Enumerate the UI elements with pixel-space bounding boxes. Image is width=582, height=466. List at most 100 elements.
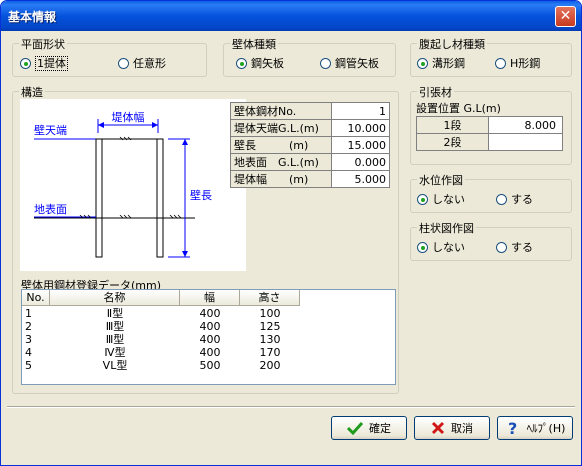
cell-name: Ⅱ型 <box>106 307 124 320</box>
water-diagram-radio-yes[interactable]: する <box>496 191 533 207</box>
cell-width: 400 <box>199 320 221 333</box>
cell-width: 500 <box>199 359 221 372</box>
column-header-width[interactable]: 幅 <box>180 290 240 305</box>
radio-label: しない <box>432 241 465 254</box>
cell-no: 4 <box>25 346 32 359</box>
wall-type-group: 壁体種類 鋼矢板 鋼管矢板 <box>223 36 396 77</box>
cell-width: 400 <box>199 346 221 359</box>
column-diagram-group: 柱状図作図 しない する <box>410 220 572 261</box>
embank-width-text: 堤体幅 <box>112 110 145 124</box>
radio-label: する <box>511 193 533 206</box>
param-row: 堤体天端G.L.(m) 10.000 <box>230 119 390 137</box>
ground-text: 地表面 <box>34 202 67 216</box>
column-header-name[interactable]: 名称 <box>50 290 180 305</box>
arrow-up-icon <box>182 139 188 145</box>
radio-selected-icon <box>417 242 428 253</box>
structure-label: 構造 <box>19 84 45 100</box>
wale-type-radio-channel[interactable]: 溝形鋼 <box>417 55 465 71</box>
param-row: 壁体鋼材No. 1 <box>230 102 390 120</box>
radio-empty-icon <box>320 58 331 69</box>
cell-no: 3 <box>25 333 32 346</box>
water-diagram-group: 水位作図 しない する <box>410 172 572 213</box>
tie-position-label: 設置位置 G.L(m) <box>416 102 501 115</box>
radio-empty-icon <box>496 194 507 205</box>
radio-selected-icon <box>236 58 247 69</box>
dialog-body: 平面形状 1提体 任意形 壁体種類 鋼矢板 鋼管矢板 腹起し材種類 溝形鋼 H形… <box>4 31 578 463</box>
dialog-window: 基本情報 ✕ 平面形状 1提体 任意形 壁体種類 鋼矢板 鋼管矢板 腹起し材種類… <box>0 0 582 466</box>
wall-top-text: 壁天端 <box>34 123 67 137</box>
column-header-no[interactable]: No. <box>22 290 50 305</box>
column-header-height[interactable]: 高さ <box>240 290 300 305</box>
radio-empty-icon <box>495 58 506 69</box>
cell-name: Ⅳ型 <box>104 346 126 359</box>
wale-type-group: 腹起し材種類 溝形鋼 H形鋼 <box>410 36 572 77</box>
close-icon: ✕ <box>559 8 572 24</box>
table-row[interactable]: 3 Ⅲ型 400 130 <box>22 333 300 346</box>
help-button[interactable]: ? ﾍﾙﾌﾟ(H) <box>497 416 573 440</box>
steel-list[interactable]: No. 名称 幅 高さ 1 Ⅱ型 400 100 2 Ⅲ型 400 125 3 Ⅲ型 400 130 4… <box>21 289 396 385</box>
cell-width: 400 <box>199 307 221 320</box>
tie-row-value[interactable] <box>488 133 563 151</box>
water-diagram-radio-no[interactable]: しない <box>417 191 465 207</box>
param-value[interactable]: 10.000 <box>331 119 390 137</box>
radio-selected-icon <box>417 194 428 205</box>
cell-name: VL型 <box>102 359 128 372</box>
ok-button[interactable]: 確定 <box>331 416 407 440</box>
param-value[interactable]: 0.000 <box>331 153 390 171</box>
tie-row-value[interactable]: 8.000 <box>488 116 563 134</box>
wall-type-label: 壁体種類 <box>230 36 278 52</box>
plane-shape-radio-single[interactable]: 1提体 <box>20 55 68 71</box>
title-bar[interactable]: 基本情報 ✕ <box>1 1 581 31</box>
tie-row: 2段 <box>416 133 563 151</box>
param-row: 地表面 G.L.(m) 0.000 <box>230 153 390 171</box>
structure-params-table: 壁体鋼材No. 1 堤体天端G.L.(m) 10.000 壁長 (m) 15.000 … <box>230 102 390 188</box>
close-button[interactable]: ✕ <box>555 6 576 27</box>
cell-name: Ⅲ型 <box>105 333 125 346</box>
help-button-label: ﾍﾙﾌﾟ(H) <box>526 422 566 435</box>
cell-no: 2 <box>25 320 32 333</box>
table-row[interactable]: 1 Ⅱ型 400 100 <box>22 307 300 320</box>
column-diagram-radio-yes[interactable]: する <box>496 239 533 255</box>
tie-row-label: 1段 <box>416 116 489 134</box>
structure-diagram-svg: 堤体幅 壁天端 地表面 壁長 <box>34 110 212 258</box>
structure-diagram: 堤体幅 壁天端 地表面 壁長 <box>20 99 246 271</box>
cell-height: 125 <box>259 320 281 333</box>
column-diagram-label: 柱状図作図 <box>417 220 476 236</box>
table-row[interactable]: 5 VL型 500 200 <box>22 359 300 372</box>
cell-no: 5 <box>25 359 32 372</box>
param-value[interactable]: 15.000 <box>331 136 390 154</box>
radio-label: 1提体 <box>35 56 68 71</box>
cell-height: 130 <box>259 333 281 346</box>
cell-height: 170 <box>259 346 281 359</box>
right-wall <box>156 138 164 258</box>
cross-icon <box>431 421 445 435</box>
cell-no: 1 <box>25 307 32 320</box>
wall-type-radio-pipe[interactable]: 鋼管矢板 <box>320 55 379 71</box>
cell-height: 200 <box>259 359 281 372</box>
param-value[interactable]: 1 <box>331 102 390 120</box>
radio-selected-icon <box>20 58 31 69</box>
radio-label: 溝形鋼 <box>432 57 465 70</box>
plane-shape-radio-free[interactable]: 任意形 <box>118 55 166 71</box>
cell-width: 400 <box>199 333 221 346</box>
param-row: 堤体幅 (m) 5.000 <box>230 170 390 188</box>
wall-length-text: 壁長 <box>190 188 212 202</box>
wall-type-radio-sheet[interactable]: 鋼矢板 <box>236 55 284 71</box>
param-label: 堤体天端G.L.(m) <box>230 119 332 137</box>
radio-selected-icon <box>417 58 428 69</box>
cancel-button-label: 取消 <box>451 422 473 435</box>
tie-table: 1段 8.000 2段 <box>416 116 563 151</box>
wale-type-radio-h[interactable]: H形鋼 <box>495 55 540 71</box>
svg-text:?: ? <box>508 420 517 436</box>
table-row[interactable]: 4 Ⅳ型 400 170 <box>22 346 300 359</box>
plane-shape-label: 平面形状 <box>19 36 67 52</box>
table-row[interactable]: 2 Ⅲ型 400 125 <box>22 320 300 333</box>
water-diagram-label: 水位作図 <box>417 172 465 188</box>
column-diagram-radio-no[interactable]: しない <box>417 239 465 255</box>
param-row: 壁長 (m) 15.000 <box>230 136 390 154</box>
help-icon: ? <box>508 420 517 436</box>
check-icon <box>347 421 363 435</box>
cancel-button[interactable]: 取消 <box>414 416 490 440</box>
radio-empty-icon <box>118 58 129 69</box>
param-value[interactable]: 5.000 <box>331 170 390 188</box>
